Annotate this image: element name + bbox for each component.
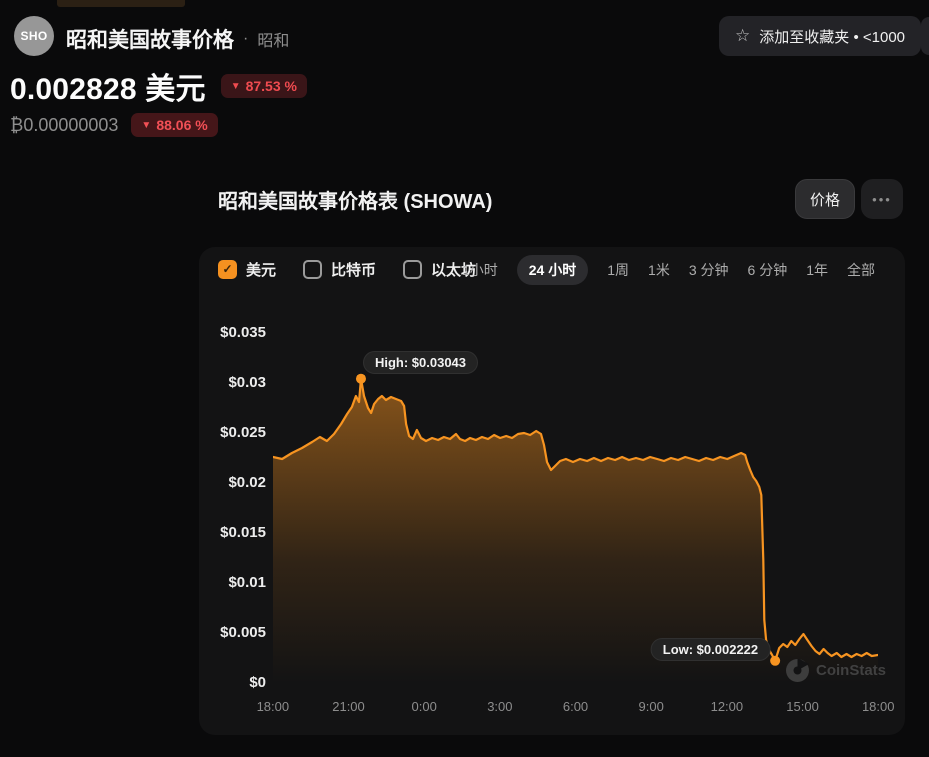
btc-price: ₿0.00000003 [10, 114, 119, 135]
y-axis: $0.035 $0.03 $0.025 $0.02 $0.015 $0.01 $0.005 $… [186, 323, 266, 693]
y-axis-tick: $0.02 [228, 474, 266, 491]
checkbox-checked-icon[interactable]: ✓ [218, 259, 237, 279]
clipped-edge-button[interactable] [921, 17, 929, 55]
y-axis-tick: $0 [249, 674, 266, 691]
chart-title: 昭和美国故事价格表 (SHOWA) [218, 191, 493, 213]
high-price-label: High: $0.03043 [362, 350, 479, 374]
partial-top-tag [57, 0, 185, 7]
currency-toggles: ✓ 美元 比特币 以太坊 [218, 257, 476, 281]
range-option-6[interactable]: 1年 [806, 260, 828, 280]
checkbox-unchecked-icon[interactable] [403, 259, 423, 279]
down-triangle-icon: ▼ [230, 80, 241, 92]
price-row: 0.002828 美元 ▼ 87.53 % [10, 64, 307, 108]
btc-change-value: 88.06 % [156, 117, 208, 133]
x-axis-tick: 3:00 [487, 699, 513, 714]
x-axis-tick: 0:00 [411, 699, 437, 714]
y-axis-tick: $0.005 [220, 624, 266, 641]
coin-avatar: SHO [14, 16, 54, 56]
y-axis-tick: $0.01 [228, 574, 266, 591]
x-axis-tick: 9:00 [638, 699, 664, 714]
range-option-1[interactable]: 24 小时 [516, 255, 589, 285]
y-axis-tick: $0.015 [220, 524, 266, 541]
currency-label: 比特币 [331, 261, 377, 279]
btc-change-badge: ▼ 88.06 % [131, 113, 218, 137]
high-point-dot [355, 373, 366, 384]
y-axis-tick: $0.035 [220, 324, 266, 341]
x-axis: 18:00 21:00 0:00 3:00 6:00 9:00 12:00 15:00 18:0… [235, 699, 916, 714]
coinstats-watermark: CoinStats [786, 659, 886, 682]
down-triangle-icon: ▼ [141, 119, 152, 131]
coinstats-logo-icon [786, 659, 809, 682]
watermark-text: CoinStats [816, 662, 887, 679]
coin-subtitle: 昭和 [257, 33, 290, 50]
price-chart[interactable] [273, 333, 878, 683]
range-option-4[interactable]: 3 分钟 [689, 260, 729, 280]
title-separator: · [243, 30, 249, 47]
low-point-dot [770, 655, 781, 666]
x-axis-tick: 12:00 [710, 699, 744, 714]
y-axis-tick: $0.03 [228, 374, 266, 391]
x-axis-tick: 21:00 [332, 699, 365, 714]
current-price: 0.002828 美元 [10, 73, 206, 106]
more-options-button[interactable]: ••• [861, 179, 903, 219]
price-tab-button[interactable]: 价格 [795, 179, 856, 219]
btc-price-row: ₿0.00000003 ▼ 88.06 % [10, 113, 218, 137]
x-axis-tick: 18:00 [861, 699, 895, 714]
x-axis-tick: 18:00 [256, 699, 290, 714]
range-option-7[interactable]: 全部 [847, 260, 875, 280]
range-option-2[interactable]: 1周 [607, 260, 629, 280]
favorites-label: 添加至收藏夹 • <1000 [759, 28, 905, 46]
star-icon: ☆ [735, 26, 751, 45]
currency-label: 美元 [246, 261, 277, 279]
y-axis-tick: $0.025 [220, 424, 266, 441]
time-range-selector: 1小时 24 小时 1周 1米 3 分钟 6 分钟 1年 全部 [462, 255, 875, 285]
x-axis-tick: 6:00 [562, 699, 589, 714]
low-price-label: Low: $0.002222 [650, 637, 771, 661]
checkbox-unchecked-icon[interactable] [303, 259, 323, 279]
currency-toggle-0[interactable]: ✓ 美元 [218, 259, 276, 280]
price-change-value: 87.53 % [245, 78, 297, 94]
chart-area-fill [273, 378, 878, 683]
page-title: 昭和美国故事价格 [66, 29, 234, 52]
range-option-3[interactable]: 1米 [648, 260, 670, 280]
currency-toggle-1[interactable]: 比特币 [303, 259, 376, 280]
coin-title-row: 昭和美国故事价格 · 昭和 [66, 24, 289, 54]
range-option-0[interactable]: 1小时 [462, 260, 498, 280]
x-axis-tick: 15:00 [786, 699, 819, 714]
add-to-favorites-button[interactable]: ☆ 添加至收藏夹 • <1000 [719, 16, 921, 56]
range-option-5[interactable]: 6 分钟 [748, 260, 788, 280]
price-change-badge: ▼ 87.53 % [220, 74, 307, 98]
